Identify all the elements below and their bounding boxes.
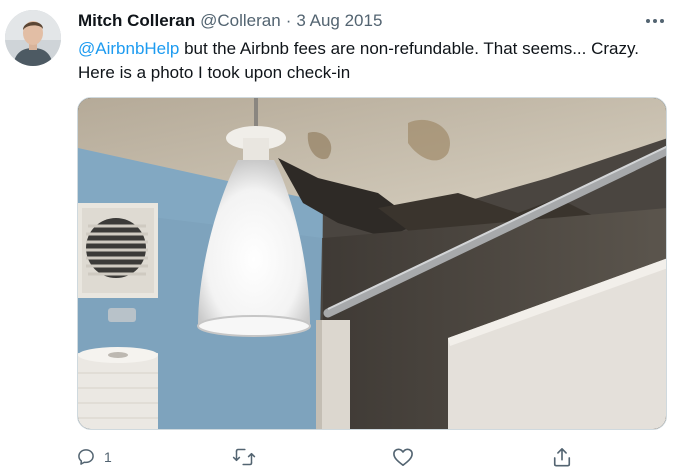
like-button[interactable] (392, 442, 422, 472)
action-bar: 1 (66, 442, 586, 472)
tweet-text: @AirbnbHelp but the Airbnb fees are non-… (78, 37, 668, 85)
avatar[interactable] (5, 10, 61, 66)
more-dots-icon[interactable] (642, 10, 668, 32)
retweet-button[interactable] (232, 442, 264, 472)
author-name[interactable]: Mitch Colleran (78, 11, 195, 31)
reply-button[interactable]: 1 (76, 442, 112, 472)
tweet-card: Mitch Colleran @Colleran · 3 Aug 2015 @A… (0, 0, 680, 475)
header-separator: · (285, 11, 292, 30)
reply-count: 1 (104, 449, 112, 465)
share-icon (553, 448, 571, 467)
heart-icon (393, 448, 413, 466)
ceiling-photo (78, 98, 666, 429)
author-handle[interactable]: @Colleran (200, 11, 281, 31)
avatar-image (5, 10, 61, 66)
mention-link[interactable]: @AirbnbHelp (78, 39, 179, 58)
tweet-text-line1: but the Airbnb fees are non-refundable. … (179, 39, 639, 58)
reply-icon (78, 449, 94, 465)
tweet-date[interactable]: 3 Aug 2015 (296, 11, 382, 31)
tweet-text-line2: Here is a photo I took upon check-in (78, 63, 351, 82)
tweet-header: Mitch Colleran @Colleran · 3 Aug 2015 (78, 11, 382, 33)
retweet-icon (232, 448, 256, 466)
share-button[interactable] (552, 442, 572, 472)
tweet-photo[interactable] (77, 97, 667, 430)
